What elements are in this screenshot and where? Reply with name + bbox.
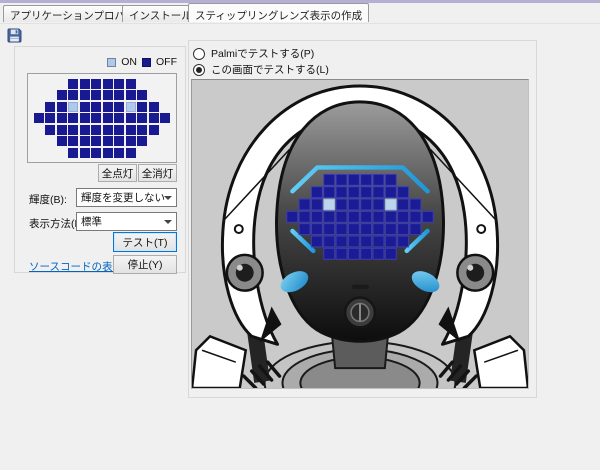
led-cell[interactable] [91, 79, 101, 89]
chevron-down-icon [164, 196, 172, 200]
led-cell[interactable] [126, 136, 136, 146]
led-cell[interactable] [80, 79, 90, 89]
led-cell[interactable] [126, 125, 136, 135]
led-cell[interactable] [68, 102, 78, 112]
led-cell[interactable] [149, 102, 159, 112]
display-method-dropdown[interactable]: 標準 [76, 212, 177, 231]
led-cell[interactable] [126, 113, 136, 123]
led-cell[interactable] [80, 113, 90, 123]
led-grid-editor[interactable] [27, 73, 177, 163]
radio-option-palmi[interactable]: Palmiでテストする(P) [193, 46, 314, 61]
source-code-link[interactable]: ソースコードの表示 [29, 259, 123, 274]
radio-screen-label: この画面でテストする(L) [211, 62, 329, 77]
led-cell[interactable] [137, 90, 147, 100]
test-button[interactable]: テスト(T) [113, 232, 177, 252]
led-cell[interactable] [80, 136, 90, 146]
brightness-dropdown[interactable]: 輝度を変更しない [76, 188, 177, 207]
led-cell[interactable] [103, 79, 113, 89]
led-cell[interactable] [45, 125, 55, 135]
led-cell[interactable] [68, 148, 78, 158]
led-cell[interactable] [57, 102, 67, 112]
led-cell[interactable] [126, 90, 136, 100]
led-cell[interactable] [103, 113, 113, 123]
legend-off-label: OFF [156, 56, 177, 68]
robot-illustration [192, 80, 528, 388]
led-cell[interactable] [114, 113, 124, 123]
led-cell[interactable] [103, 148, 113, 158]
led-cell[interactable] [68, 79, 78, 89]
led-cell[interactable] [91, 113, 101, 123]
led-cell[interactable] [103, 136, 113, 146]
led-cell[interactable] [103, 90, 113, 100]
led-cell[interactable] [149, 125, 159, 135]
led-cell[interactable] [57, 90, 67, 100]
led-cell[interactable] [91, 148, 101, 158]
led-cell[interactable] [80, 148, 90, 158]
display-method-value: 標準 [81, 214, 102, 229]
led-cell[interactable] [45, 102, 55, 112]
led-editor-group: ON OFF 全点灯 全消灯 輝度(B): 輝度を変更しない 表示方法(D): … [14, 46, 186, 273]
led-cell[interactable] [57, 125, 67, 135]
led-cell[interactable] [160, 113, 170, 123]
led-cell[interactable] [91, 125, 101, 135]
tab-stippling-lens[interactable]: スティップリングレンズ表示の作成 [188, 3, 369, 22]
led-cell[interactable] [91, 102, 101, 112]
led-cell[interactable] [34, 113, 44, 123]
led-cell[interactable] [57, 113, 67, 123]
brightness-label: 輝度(B): [29, 192, 67, 207]
led-cell[interactable] [103, 102, 113, 112]
save-icon [7, 28, 22, 43]
led-cell[interactable] [68, 113, 78, 123]
led-cell[interactable] [137, 136, 147, 146]
stop-button[interactable]: 停止(Y) [113, 255, 177, 274]
led-cell[interactable] [91, 136, 101, 146]
led-cell[interactable] [114, 148, 124, 158]
led-cell[interactable] [103, 125, 113, 135]
legend-on-label: ON [121, 56, 137, 68]
robot-preview-panel [191, 79, 529, 389]
led-cell[interactable] [68, 136, 78, 146]
led-legend: ON OFF [15, 56, 177, 68]
radio-screen-icon[interactable] [193, 64, 205, 76]
led-cell[interactable] [80, 90, 90, 100]
led-cell[interactable] [57, 136, 67, 146]
led-cell[interactable] [137, 113, 147, 123]
led-cell[interactable] [126, 102, 136, 112]
led-cell[interactable] [114, 136, 124, 146]
led-cell[interactable] [80, 125, 90, 135]
led-cell[interactable] [114, 102, 124, 112]
brightness-value: 輝度を変更しない [81, 190, 165, 205]
save-button[interactable] [5, 26, 23, 44]
legend-on-swatch [107, 58, 116, 67]
led-cell[interactable] [68, 90, 78, 100]
radio-palmi-label: Palmiでテストする(P) [211, 46, 314, 61]
led-cell[interactable] [126, 79, 136, 89]
led-cell[interactable] [80, 102, 90, 112]
chevron-down-icon [164, 220, 172, 224]
led-cell[interactable] [137, 102, 147, 112]
led-cell[interactable] [45, 113, 55, 123]
radio-palmi-icon[interactable] [193, 48, 205, 60]
led-cell[interactable] [114, 79, 124, 89]
led-cell[interactable] [149, 113, 159, 123]
led-cell[interactable] [137, 125, 147, 135]
led-cell[interactable] [68, 125, 78, 135]
radio-option-screen[interactable]: この画面でテストする(L) [193, 62, 329, 77]
led-cell[interactable] [126, 148, 136, 158]
led-cell[interactable] [114, 125, 124, 135]
led-cell[interactable] [114, 90, 124, 100]
tab-strip: アプリケーションプロパティの設定 インストール スティップリングレンズ表示の作成 [0, 3, 600, 24]
all-on-button[interactable]: 全点灯 [98, 164, 137, 182]
led-cell[interactable] [91, 90, 101, 100]
legend-off-swatch [142, 58, 151, 67]
all-off-button[interactable]: 全消灯 [138, 164, 177, 182]
